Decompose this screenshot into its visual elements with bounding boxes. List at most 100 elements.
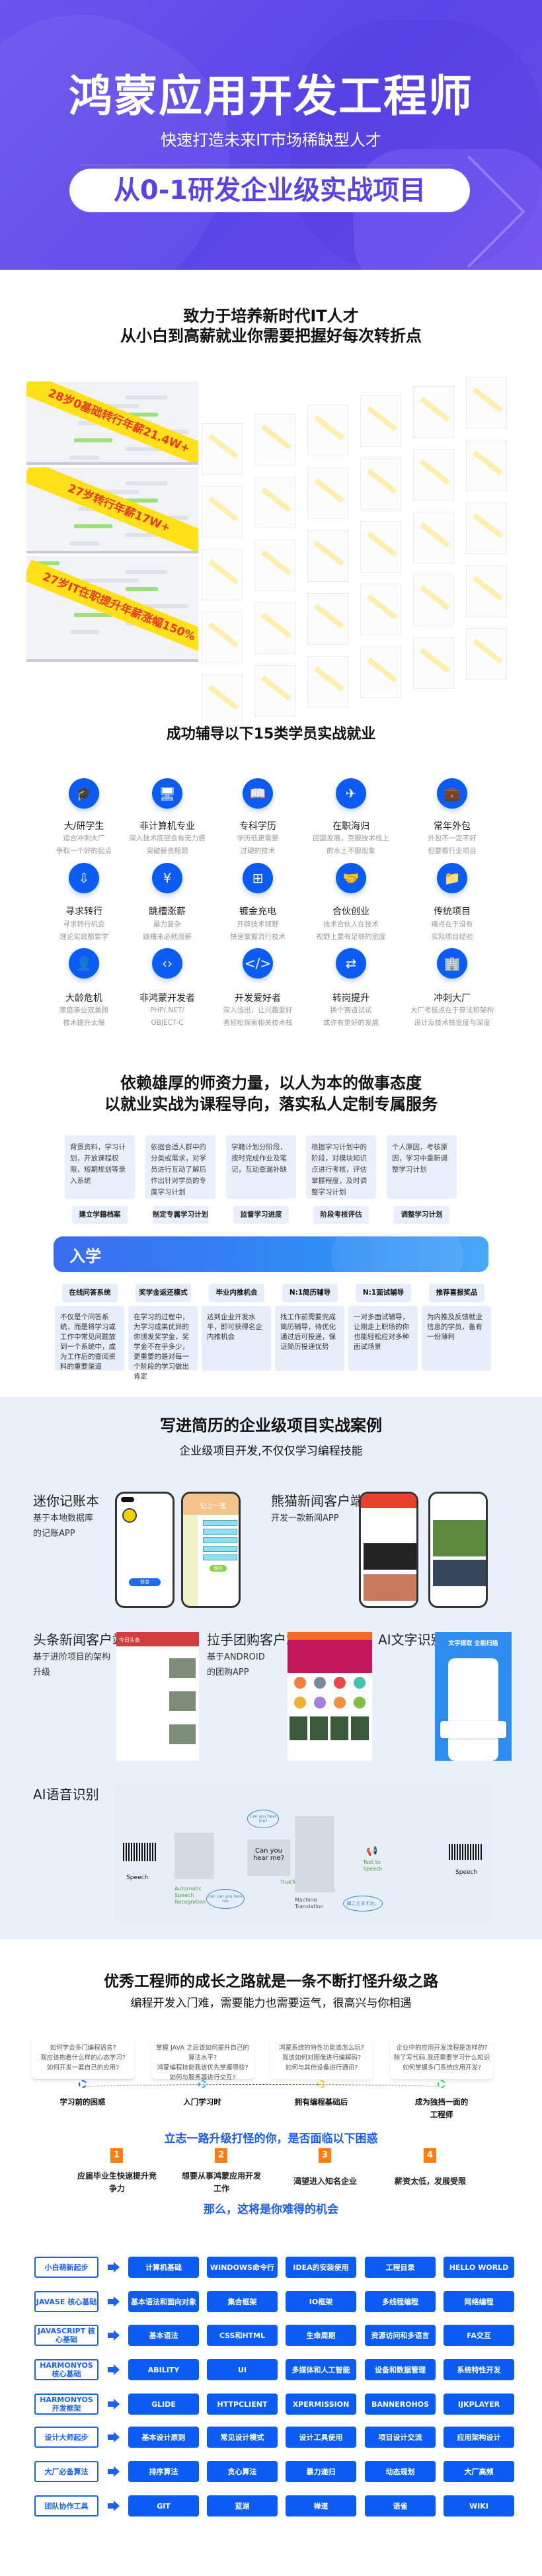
curriculum-topic: 常见设计模式 [207,2427,278,2448]
student-type-title: 镀金充电 [239,906,276,917]
testimonial-thumbnail [413,449,454,501]
testimonial-thumbnail [466,440,507,491]
student-type-title: 大龄危机 [65,993,102,1004]
project-title: AI语音识别 [33,1787,99,1802]
student-type-desc: 技术合伙人在技术 [323,920,379,928]
chat-message [82,579,139,583]
question-text: 如何开发一套自己的应用? [46,2064,120,2072]
student-type-title: 寻求转行 [65,906,102,917]
tool-bar [440,1721,506,1738]
curriculum-topic: ABILITY [128,2359,199,2380]
testimonial-thumbnail [254,414,295,465]
student-type-desc: 换个赛道试试 [330,1006,372,1014]
service-step-label: 监督学习进度 [233,1206,289,1224]
student-type-title: 跳槽涨薪 [149,906,186,917]
student-type-desc: 外包不一定不好 [428,834,477,842]
record-input[interactable] [203,1546,237,1552]
news-image [364,1543,416,1570]
curriculum-topic: 集合框架 [207,2291,278,2312]
record-input[interactable] [203,1520,237,1526]
category-icon [354,1697,366,1709]
record-input[interactable] [203,1554,237,1560]
curriculum-topic: 基本设计原则 [128,2427,199,2448]
student-type-desc: 大厂考核点在于算法和架构 [410,1006,494,1014]
student-type-desc: 或许有更好的发展 [323,1019,379,1027]
testimonial-thumbnail [413,575,454,626]
phone-mockup-news [359,1492,418,1608]
enroll-card: 找工作前需要完成简历辅导，待优化通过后可投递，保证简历投递优势 [275,1306,344,1371]
testimonial-thumbnail [466,565,507,617]
save-button[interactable]: 保存 [210,1565,227,1572]
student-type-desc: 视野上要有足够的宽度 [316,933,386,941]
testimonial-thumbnail [254,477,295,528]
closing-heading: 那么，这将是你难得的机会 [204,2203,338,2216]
chat-message [70,542,99,545]
building-icon: 🏢 [437,948,467,979]
student-type-desc: 但要看行业项目 [428,847,477,855]
projects-heading: 写进简历的企业级项目实战案例 [160,1416,382,1435]
curriculum-topic: FA交互 [444,2325,514,2346]
talent-heading-2: 从小白到高薪就业你需要把握好每次转折点 [120,327,422,345]
student-type-title: 大/研学生 [63,821,104,832]
project-title: 迷你记账本 [33,1493,99,1509]
curriculum-topic: 设计工具使用 [286,2427,356,2448]
enroll-tag: 毕业内推机会 [209,1284,264,1302]
movie-poster [330,1716,348,1740]
testimonial-thumbnail [307,656,348,707]
testimonial-thumbnail [202,549,243,600]
arrow-right-icon [108,2466,120,2477]
problem-text: 应届毕业生快速提升竞争力 [77,2171,157,2193]
question-text: 鸿蒙编程技能我该优先掌握哪些? [157,2064,249,2072]
enroll-card: 为内推及反馈就业信息的学员，备有一份薄利 [422,1306,491,1371]
testimonial-thumbnail [254,540,295,591]
charge-icon: ⊞ [243,863,273,893]
category-icon [314,1697,326,1709]
question-text: 如何掌握多门系统应用开发? [402,2064,482,2072]
salary-banner: 28岁0基础转行年薪21.4W+ [26,382,198,462]
curriculum-topic: 工程目录 [365,2257,436,2278]
chat-message [70,456,99,460]
hero-banner: 鸿蒙应用开发工程师 快速打造未来IT市场稀缺型人才 从0-1研发企业级实战项目 [0,0,542,270]
testimonial-thumbnail [202,612,243,663]
student-type-desc: 学历低更需要 [237,834,279,842]
student-type-title: 冲刺大厂 [434,993,471,1004]
curriculum-topic: 基本语法 [128,2325,199,2346]
project-title: AI文字识别 [378,1632,444,1648]
curriculum-topic: HTTPCLIENT [207,2394,278,2415]
curriculum-topic: 应用架构设计 [444,2427,514,2448]
curriculum-topic: 项目设计交流 [365,2427,436,2448]
student-type-desc: 突破薪资瓶颈 [146,847,188,855]
testimonial-thumbnail [360,521,401,573]
student-type-desc: 深入浅出，让兴趣爱好 [223,1006,293,1014]
chat-screenshot: 28岁0基础转行年薪21.4W+ [26,382,198,465]
service-step-label: 建立学籍档案 [72,1206,128,1224]
curriculum-stage: HARMONYOS 核心基础 [34,2359,98,2380]
student-type-title: 转岗提升 [332,993,369,1004]
lashou-screenshot [288,1632,372,1761]
asr-label: Automatic Speech Recognition [174,1886,206,1905]
category-icon [314,1677,326,1689]
lashou-header [288,1632,372,1640]
project-desc: 的记账APP [33,1529,75,1539]
student-type-title: 开发爱好者 [235,993,281,1004]
toutiao-header: 今日头条 [116,1632,199,1646]
question-text: 我应该抱着什么样的心态学习? [40,2054,126,2062]
student-type-title: 常年外包 [434,821,471,832]
truetext-card: Can you hear me? [247,1839,290,1876]
student-type-title: 非计算机专业 [139,821,195,832]
student-type-desc: 的水土不服现象 [327,847,375,855]
chat-screenshot: 27岁转行年薪17W+ [26,467,198,553]
speech-label: Speech [126,1874,149,1881]
login-button[interactable]: 登录 [129,1578,161,1586]
question-bubble: 如何学会多门编程语言? 我应该抱着什么样的心态学习? 如何开发一套自己的应用? [32,2038,134,2080]
camera [121,1497,134,1502]
curriculum-topic: 多媒体和人工智能 [286,2359,356,2380]
curriculum-topic: 语雀 [365,2495,436,2516]
record-input[interactable] [203,1537,237,1543]
record-input[interactable] [203,1529,237,1535]
arrow-right-icon [108,2399,120,2409]
chat-message [126,395,167,399]
movie-poster [290,1716,307,1740]
chat-message [70,630,99,634]
testimonial-thumbnail [202,423,243,475]
